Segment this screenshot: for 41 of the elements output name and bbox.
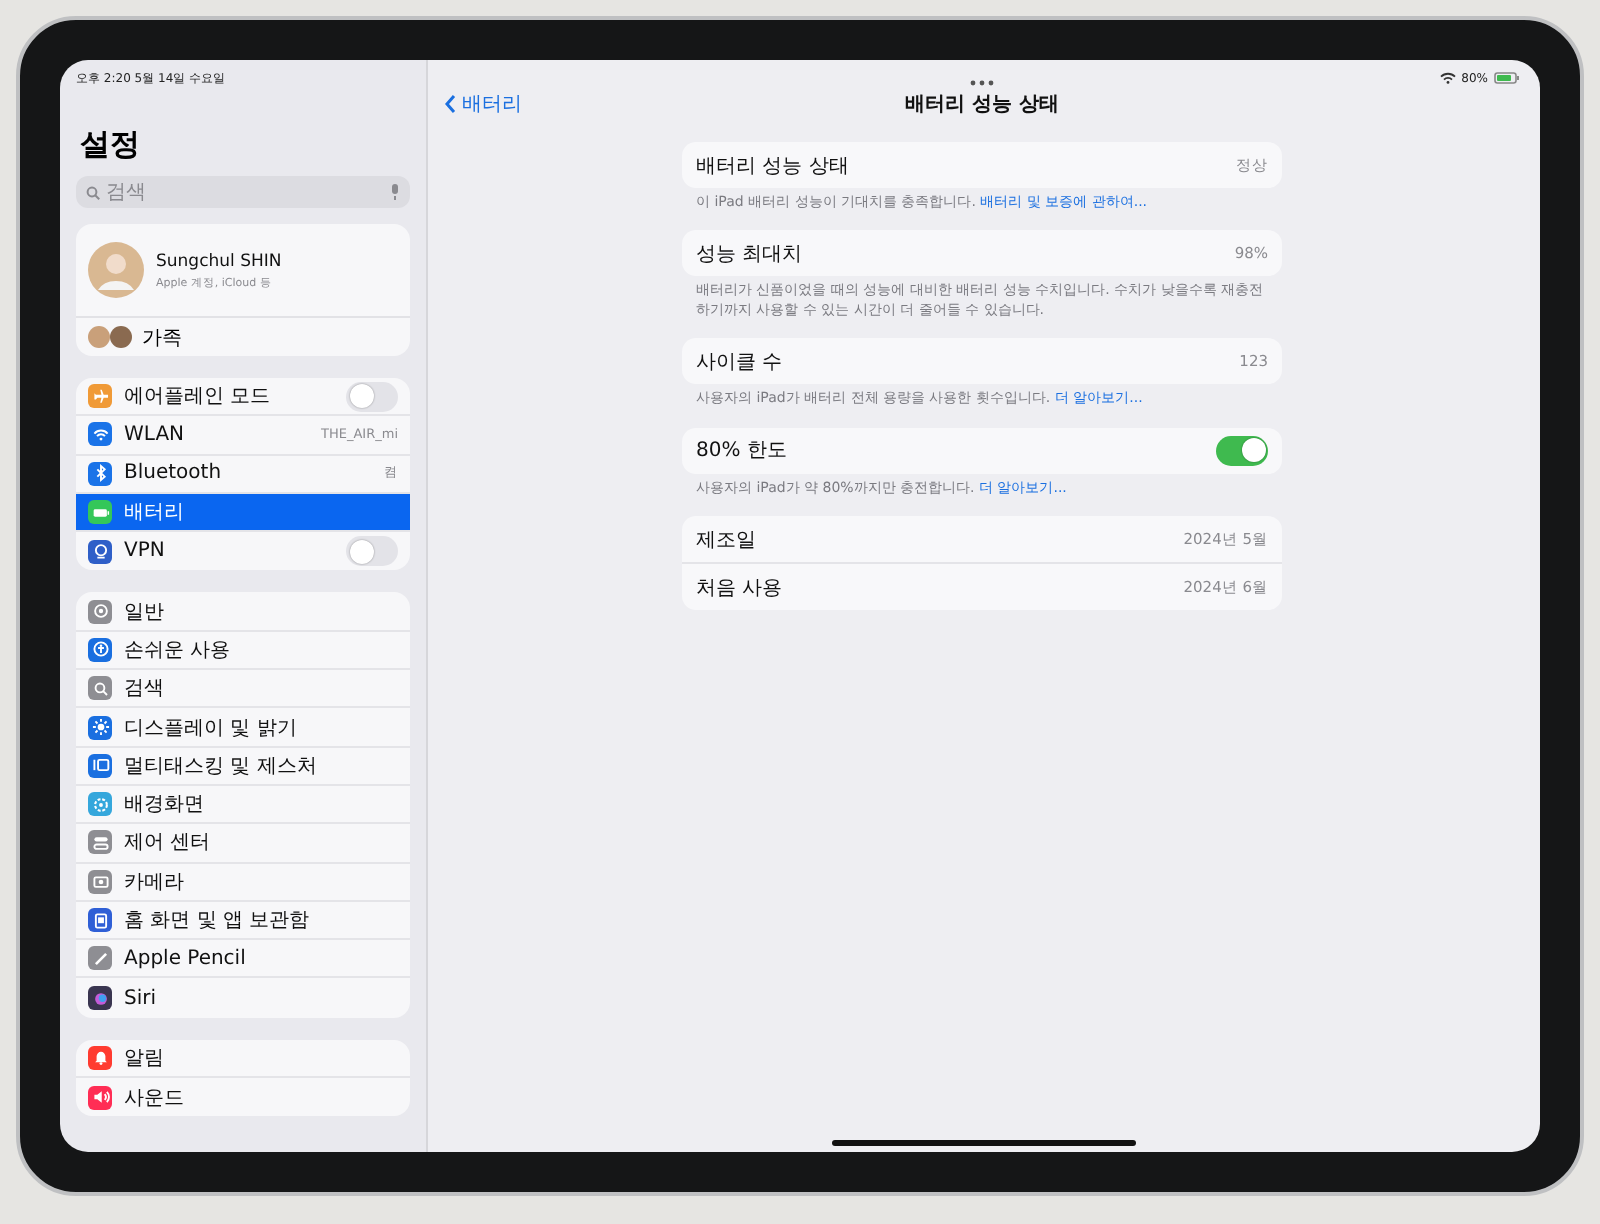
back-button[interactable]: 배터리 bbox=[444, 90, 522, 118]
sidebar-item[interactable]: 제어 센터 bbox=[76, 824, 410, 864]
toggle-switch[interactable] bbox=[346, 536, 398, 567]
search-field[interactable]: 검색 bbox=[76, 176, 410, 208]
sidebar-item[interactable]: VPN bbox=[76, 532, 410, 571]
sidebar-title: 설정 bbox=[80, 126, 140, 164]
home-indicator[interactable] bbox=[832, 1140, 1136, 1146]
search-input[interactable]: 검색 bbox=[106, 181, 384, 203]
sidebar-item[interactable]: 사운드 bbox=[76, 1078, 410, 1117]
chevron-left-icon bbox=[444, 94, 456, 114]
sidebar-item[interactable]: Siri bbox=[76, 978, 410, 1018]
wifi-icon bbox=[1439, 72, 1456, 84]
row-label: 성능 최대치 bbox=[696, 241, 803, 268]
microphone-icon bbox=[390, 184, 400, 200]
page-title: 배터리 성능 상태 bbox=[905, 92, 1059, 118]
row-label: 처음 사용 bbox=[696, 575, 783, 602]
sidebar-item[interactable]: 홈 화면 및 앱 보관함 bbox=[76, 901, 410, 941]
more-dots-icon[interactable] bbox=[970, 80, 994, 86]
toggle-switch[interactable] bbox=[1216, 435, 1268, 466]
row-label: 80% 한도 bbox=[696, 438, 787, 465]
search-icon bbox=[86, 185, 100, 199]
sidebar-item[interactable]: Apple Pencil bbox=[76, 940, 410, 979]
sidebar-item[interactable]: 배터리 bbox=[76, 493, 410, 533]
family-avatars-icon bbox=[88, 326, 132, 348]
row-label: 배터리 성능 상태 bbox=[696, 153, 849, 179]
sidebar-item[interactable]: 배경화면 bbox=[76, 785, 410, 825]
row-label: 사이클 수 bbox=[696, 349, 783, 376]
row-label: 제조일 bbox=[696, 527, 756, 554]
battery-icon bbox=[1494, 72, 1520, 84]
sidebar-item[interactable]: 에어플레인 모드 bbox=[76, 378, 410, 417]
sidebar-item[interactable]: 멀티태스킹 및 제스처 bbox=[76, 747, 410, 786]
sidebar-item[interactable]: 카메라 bbox=[76, 863, 410, 902]
sidebar-item[interactable]: 손쉬운 사용 bbox=[76, 631, 410, 671]
avatar-icon bbox=[88, 242, 144, 298]
account-name: Sungchul SHIN bbox=[156, 251, 282, 271]
family-label: 가족 bbox=[142, 325, 182, 351]
sidebar-item[interactable]: 알림 bbox=[76, 1039, 410, 1079]
sidebar-item[interactable]: 일반 bbox=[76, 592, 410, 632]
sidebar-item[interactable]: 검색 bbox=[76, 670, 410, 709]
toggle-switch[interactable] bbox=[346, 381, 398, 412]
sidebar-item[interactable]: 디스플레이 및 밝기 bbox=[76, 708, 410, 748]
